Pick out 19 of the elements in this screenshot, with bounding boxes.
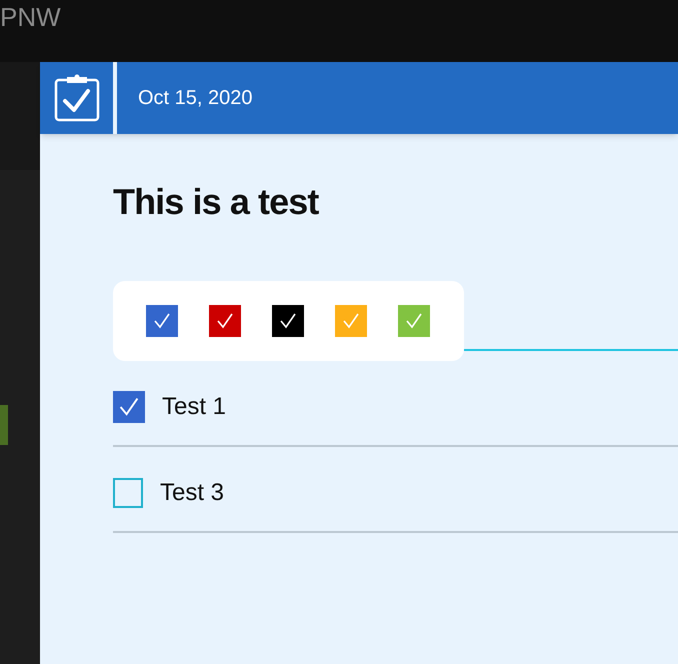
checkmark-icon (278, 311, 298, 331)
checkmark-icon (152, 311, 172, 331)
checkbox[interactable] (113, 391, 145, 423)
color-swatch[interactable] (272, 305, 304, 337)
item-label: Test 1 (162, 392, 226, 422)
color-swatch[interactable] (335, 305, 367, 337)
checkmark-icon (215, 311, 235, 331)
checkmark-icon (341, 311, 361, 331)
header-date: Oct 15, 2020 (138, 86, 253, 111)
page-title: This is a test (113, 180, 320, 224)
clipboard-check-icon (54, 74, 100, 122)
app-title: PNW (0, 1, 61, 34)
color-swatch[interactable] (146, 305, 178, 337)
checkbox[interactable] (113, 478, 143, 508)
color-swatch[interactable] (398, 305, 430, 337)
checkmark-icon (404, 311, 424, 331)
item-label: Test 3 (160, 478, 224, 508)
background-item-edge (0, 405, 8, 445)
color-swatch[interactable] (209, 305, 241, 337)
